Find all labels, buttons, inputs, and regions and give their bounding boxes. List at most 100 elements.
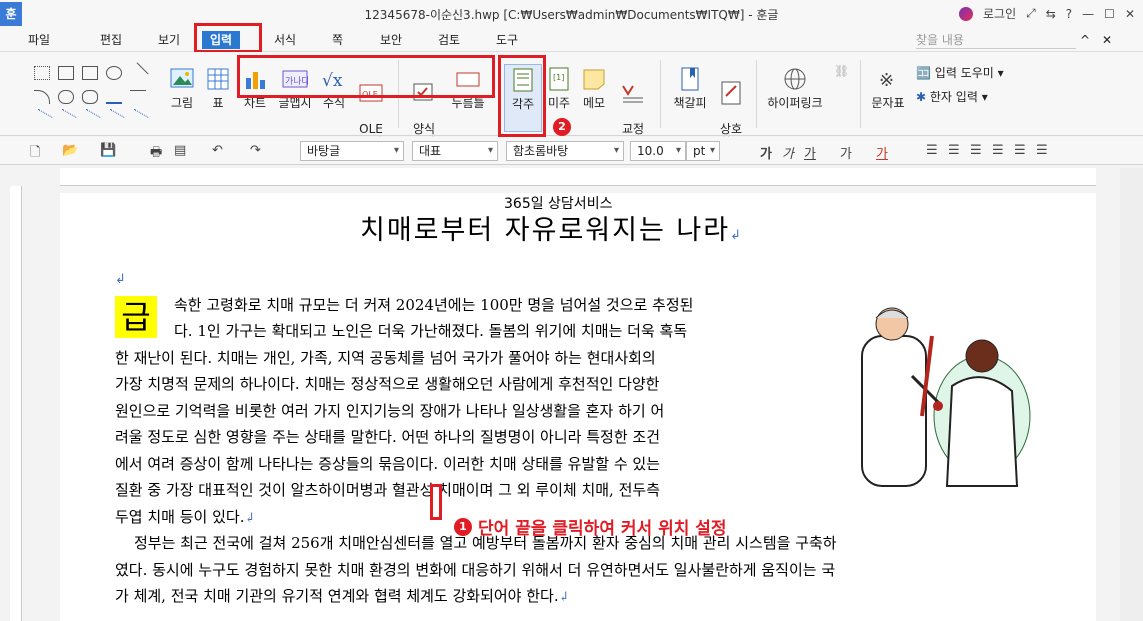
body-line-12: 가 체계, 전국 치매 기관의 유기적 연계와 협력 체계도 강화되어야 한다.… (115, 587, 570, 605)
body-line-11: 였다. 동시에 누구도 경험하지 못한 치매 환경의 변화에 대응하기 위해서 … (115, 561, 836, 579)
paragraph-mark-icon: ↲ (730, 228, 743, 243)
picture-icon (170, 68, 194, 88)
ribbon-separator (756, 60, 757, 128)
document-heading: 치매로부터 자유로워지는 나라↲ (360, 215, 743, 246)
menu-file[interactable]: 파일 (28, 31, 50, 49)
insert-bookmark-label: 책갈피 (673, 96, 707, 110)
menu-bar: 파일 편집 보기 입력 서식 쪽 보안 검토 도구 찾을 내용 ^ ✕ (0, 28, 1143, 52)
maximize-icon[interactable]: ☐ (1104, 7, 1115, 21)
menu-tools[interactable]: 도구 (496, 31, 518, 49)
underline-icon[interactable]: 가 (804, 143, 816, 162)
vertical-ruler[interactable] (10, 186, 22, 621)
font-select[interactable]: 함초롬바탕 (506, 141, 624, 161)
body-line-6: 려울 정도로 심한 영향을 주는 상태를 말한다. 어떤 하나의 질병명이 아니… (115, 428, 660, 446)
help-icon[interactable]: ? (1066, 7, 1072, 21)
table-icon (207, 68, 229, 90)
title-bar: 훈 12345678-이순신3.hwp [C:₩Users₩admin₩Docu… (0, 0, 1143, 28)
strikethrough-icon[interactable]: 가 (840, 143, 852, 162)
insert-symbol-button[interactable]: ※ 문자표 (868, 66, 908, 111)
body-line-1: 속한 고령화로 치매 규모는 더 커져 2024년에는 100만 명을 넘어설 … (174, 296, 694, 314)
step-badge-1: 1 (454, 518, 472, 536)
close-icon[interactable]: ✕ (1125, 7, 1135, 21)
body-line-7: 에서 여려 증상이 함께 나타나는 증상들의 묶음이다. 이러한 치매 상태를 … (115, 455, 660, 473)
bold-icon[interactable]: 가 (760, 143, 772, 162)
restore-icon[interactable]: ⇆ (1046, 7, 1056, 21)
preview-icon[interactable]: ▤ (174, 143, 186, 158)
font-color-icon[interactable]: 가 (876, 143, 888, 162)
login-button[interactable]: 로그인 (983, 5, 1016, 22)
insert-endnote-label: 미주 (547, 96, 571, 110)
new-doc-icon[interactable]: 🗋 (30, 143, 40, 165)
vertical-scrollbar[interactable] (1120, 168, 1143, 621)
body-line-3: 한 재난이 된다. 치매는 개인, 가족, 지역 공동체를 넘어 국가가 풀어야… (115, 349, 656, 367)
align-split-icon[interactable]: ☰ (1036, 143, 1048, 158)
collapse-ribbon-icon[interactable]: ^ (1080, 31, 1090, 49)
body-line-9: 두엽 치매 등이 있다.↲ (115, 508, 256, 526)
font-size-unit[interactable]: pt (686, 141, 720, 161)
doc-close-icon[interactable]: ✕ (1102, 31, 1112, 49)
paragraph-mark-icon: ↲ (115, 272, 126, 287)
insert-picture-button[interactable]: 그림 (166, 66, 198, 111)
minimize-icon[interactable]: — (1082, 7, 1094, 21)
align-right-icon[interactable]: ☰ (992, 143, 1004, 158)
memo-icon (583, 69, 605, 90)
crossref-icon (721, 81, 741, 105)
format-toolbar: 🗋 📂 💾 🖶 ▤ ↶ ↷ 바탕글 대표 함초롬바탕 10.0 pt 가 가 가… (0, 137, 1143, 165)
style-select[interactable]: 바탕글 (300, 141, 404, 161)
hanja-icon: ✱ (916, 90, 927, 104)
account-icon[interactable] (959, 6, 973, 21)
redo-icon[interactable]: ↷ (250, 143, 261, 158)
align-center-icon[interactable]: ☰ (970, 143, 982, 158)
menu-review[interactable]: 검토 (438, 31, 460, 49)
ribbon: 그림 표 차트 가나다 글맵시 √x 수식 OLE OLE 개체 양식 개체 누… (0, 52, 1143, 150)
link-disabled-icon: ⛓ (834, 64, 850, 78)
body-line-2: 다. 1인 가구는 확대되고 노인은 더욱 가난해졌다. 돌봄의 위기에 치매는… (174, 322, 688, 340)
insert-table-button[interactable]: 표 (202, 66, 234, 111)
search-input[interactable]: 찾을 내용 (916, 31, 1076, 49)
ribbon-separator (860, 60, 861, 128)
menu-format[interactable]: 서식 (274, 31, 296, 49)
input-helper-item[interactable]: 🈁 입력 도우미 ▾ (916, 64, 1004, 81)
menu-page[interactable]: 쪽 (332, 31, 343, 49)
fullscreen-icon[interactable]: ⤢ (1026, 6, 1036, 21)
align-justify-icon[interactable]: ☰ (926, 143, 938, 158)
symbol-icon: ※ (879, 70, 894, 91)
insert-memo-label: 메모 (582, 96, 606, 110)
menu-security[interactable]: 보안 (380, 31, 402, 49)
save-icon[interactable]: 💾 (100, 143, 116, 158)
ribbon-group-highlight (237, 55, 495, 98)
undo-icon[interactable]: ↶ (212, 143, 223, 158)
font-group-select[interactable]: 대표 (412, 141, 498, 161)
insert-memo-button[interactable]: 메모 (578, 66, 610, 111)
ribbon-separator (660, 60, 661, 128)
font-size-input[interactable]: 10.0 (630, 141, 686, 161)
align-left-icon[interactable]: ☰ (948, 143, 960, 158)
drop-cap: 급 (115, 296, 157, 338)
insert-endnote-button[interactable]: [1] 미주 (544, 66, 574, 111)
svg-text:[1]: [1] (553, 73, 564, 82)
insert-table-label: 표 (212, 96, 224, 110)
open-folder-icon[interactable]: 📂 (62, 143, 78, 158)
hanja-input-item[interactable]: ✱ 한자 입력 ▾ (916, 88, 988, 105)
menu-edit[interactable]: 편집 (100, 31, 122, 49)
cursor-highlight (430, 484, 442, 520)
proofmark-icon (622, 85, 643, 103)
insert-picture-label: 그림 (170, 96, 194, 110)
insert-symbol-label: 문자표 (871, 96, 905, 110)
italic-icon[interactable]: 가 (782, 143, 794, 162)
doctor-patient-clipart (861, 307, 1031, 487)
shape-gallery[interactable] (30, 62, 158, 130)
body-line-4: 가장 치명적 문제의 하나이다. 치매는 정상적으로 생활해오던 사람에게 후천… (115, 375, 660, 393)
title-bar-controls: 로그인 ⤢ ⇆ ? — ☐ ✕ (959, 5, 1135, 22)
svg-text:※: ※ (879, 70, 894, 91)
horizontal-ruler[interactable] (60, 168, 1096, 186)
input-helper-icon: 🈁 (916, 66, 931, 80)
menu-view[interactable]: 보기 (158, 31, 180, 49)
align-distribute-icon[interactable]: ☰ (1014, 143, 1026, 158)
step-badge-2: 2 (553, 118, 571, 136)
print-icon[interactable]: 🖶 (150, 143, 162, 165)
bookmark-icon (681, 67, 699, 91)
insert-hyperlink-button[interactable]: 하이퍼링크 (764, 66, 826, 111)
insert-wordart-label: 글맵시 (278, 96, 312, 110)
insert-bookmark-button[interactable]: 책갈피 (668, 66, 712, 111)
